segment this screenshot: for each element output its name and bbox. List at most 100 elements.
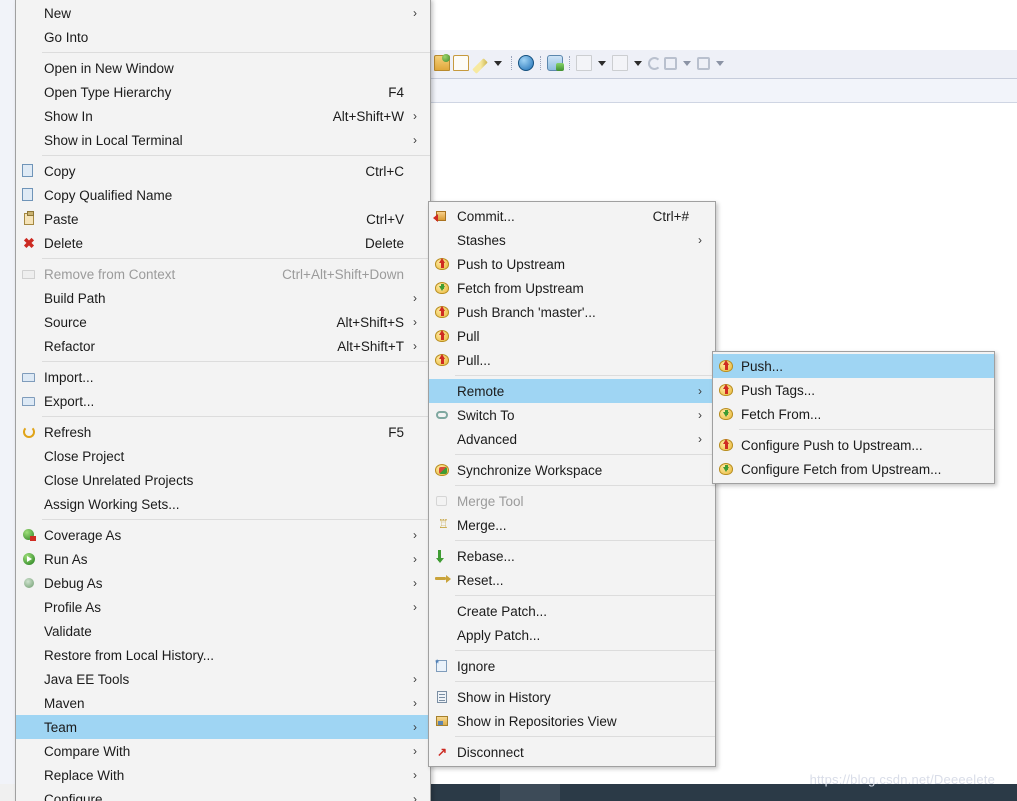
menu-item-icon-slot (16, 207, 42, 231)
menu-item-fetch-from[interactable]: Fetch From... (713, 402, 994, 426)
menu-item-label: Configure Fetch from Upstream... (741, 461, 942, 477)
project-context-menu[interactable]: New › Go Into Open in New Window Open Type H… (15, 0, 431, 801)
menu-item-label: Run As (44, 551, 88, 567)
menu-item-configure-fetch-from-upstream[interactable]: Configure Fetch from Upstream... (713, 457, 994, 481)
menu-item-icon-slot (713, 402, 739, 426)
menu-item-delete[interactable]: ✖ Delete Delete (16, 231, 430, 255)
menu-item-profile-as[interactable]: Profile As › (16, 595, 430, 619)
menu-item-push-to-upstream[interactable]: Push to Upstream (429, 252, 715, 276)
menu-item-assign-working-sets[interactable]: Assign Working Sets... (16, 492, 430, 516)
menu-item-export[interactable]: Export... (16, 389, 430, 413)
menu-item-label: Show in Local Terminal (44, 132, 183, 148)
menu-item-push[interactable]: Push... (713, 354, 994, 378)
menu-item-pull[interactable]: Pull... (429, 348, 715, 372)
menu-item-label: Merge Tool (457, 493, 524, 509)
menu-item-icon-slot (16, 104, 42, 128)
menu-item-label: Switch To (457, 407, 515, 423)
menu-item-label: Merge... (457, 517, 507, 533)
menu-item-validate[interactable]: Validate (16, 619, 430, 643)
menu-item-pull[interactable]: Pull (429, 324, 715, 348)
menu-item-show-in-repositories-view[interactable]: Show in Repositories View (429, 709, 715, 733)
menu-item-fetch-from-upstream[interactable]: Fetch from Upstream (429, 276, 715, 300)
menu-item-close-project[interactable]: Close Project (16, 444, 430, 468)
menu-item-label: Pull... (457, 352, 491, 368)
next-arrow-icon[interactable] (697, 56, 710, 70)
menu-item-switch-to[interactable]: Switch To › (429, 403, 715, 427)
team-submenu[interactable]: Commit... Ctrl+# Stashes › Push to Upstream F… (428, 201, 716, 767)
menu-item-open-in-new-window[interactable]: Open in New Window (16, 56, 430, 80)
menu-item-show-in-history[interactable]: Show in History (429, 685, 715, 709)
menu-item-synchronize-workspace[interactable]: Synchronize Workspace (429, 458, 715, 482)
menu-item-icon-slot (429, 599, 455, 623)
menu-item-push-branch-master[interactable]: Push Branch 'master'... (429, 300, 715, 324)
menu-item-refactor[interactable]: Refactor Alt+Shift+T › (16, 334, 430, 358)
menu-item-open-type-hierarchy[interactable]: Open Type Hierarchy F4 (16, 80, 430, 104)
menu-item-build-path[interactable]: Build Path › (16, 286, 430, 310)
menu-item-debug-as[interactable]: Debug As › (16, 571, 430, 595)
menu-item-compare-with[interactable]: Compare With › (16, 739, 430, 763)
menu-item-merge-tool[interactable]: Merge Tool (429, 489, 715, 513)
menu-item-go-into[interactable]: Go Into (16, 25, 430, 49)
menu-item-commit[interactable]: Commit... Ctrl+# (429, 204, 715, 228)
menu-item-paste[interactable]: Paste Ctrl+V (16, 207, 430, 231)
submenu-chevron-icon: › (413, 576, 417, 590)
forward-arrow-icon[interactable] (664, 56, 677, 70)
dropdown-arrow-icon[interactable] (683, 60, 691, 66)
menu-item-icon-slot (429, 228, 455, 252)
menu-item-reset[interactable]: Reset... (429, 568, 715, 592)
folder-icon[interactable] (453, 55, 469, 71)
menu-item-stashes[interactable]: Stashes › (429, 228, 715, 252)
menu-item-label: Source (44, 314, 87, 330)
menu-item-source[interactable]: Source Alt+Shift+S › (16, 310, 430, 334)
menu-item-icon-slot (16, 25, 42, 49)
menu-item-push-tags[interactable]: Push Tags... (713, 378, 994, 402)
menu-item-disconnect[interactable]: ↗ Disconnect (429, 740, 715, 764)
menu-item-java-ee-tools[interactable]: Java EE Tools › (16, 667, 430, 691)
menu-item-label: Delete (44, 235, 84, 251)
new-window-icon[interactable] (612, 55, 628, 71)
menu-item-label: Show in History (457, 689, 551, 705)
menu-item-label: Build Path (44, 290, 106, 306)
menu-item-icon-slot (16, 389, 42, 413)
menu-item-icon-slot (429, 654, 455, 678)
menu-item-replace-with[interactable]: Replace With › (16, 763, 430, 787)
menu-item-merge[interactable]: ♖ Merge... (429, 513, 715, 537)
dropdown-arrow-icon[interactable] (634, 60, 642, 66)
remote-submenu[interactable]: Push... Push Tags... Fetch From... Configur… (712, 351, 995, 484)
menu-item-copy-qualified-name[interactable]: Copy Qualified Name (16, 183, 430, 207)
menu-item-advanced[interactable]: Advanced › (429, 427, 715, 451)
export-doc-icon[interactable] (576, 55, 592, 71)
back-arrow-icon[interactable] (648, 56, 661, 70)
menu-item-maven[interactable]: Maven › (16, 691, 430, 715)
menu-item-rebase[interactable]: Rebase... (429, 544, 715, 568)
menu-item-remove-from-context[interactable]: Remove from Context Ctrl+Alt+Shift+Down (16, 262, 430, 286)
menu-item-show-in-local-terminal[interactable]: Show in Local Terminal › (16, 128, 430, 152)
open-folder-icon[interactable] (434, 54, 450, 71)
menu-item-apply-patch[interactable]: Apply Patch... (429, 623, 715, 647)
menu-item-close-unrelated-projects[interactable]: Close Unrelated Projects (16, 468, 430, 492)
pencil-icon[interactable] (472, 57, 488, 74)
menu-item-team[interactable]: Team › (16, 715, 430, 739)
menu-item-restore-from-local-history[interactable]: Restore from Local History... (16, 643, 430, 667)
menu-item-ignore[interactable]: Ignore (429, 654, 715, 678)
menu-item-new[interactable]: New › (16, 1, 430, 25)
menu-item-import[interactable]: Import... (16, 365, 430, 389)
menu-item-icon-slot (16, 80, 42, 104)
submenu-chevron-icon: › (413, 291, 417, 305)
menu-item-configure-push-to-upstream[interactable]: Configure Push to Upstream... (713, 433, 994, 457)
menu-item-coverage-as[interactable]: Coverage As › (16, 523, 430, 547)
run-person-icon[interactable] (547, 55, 564, 71)
dropdown-arrow-icon[interactable] (716, 60, 724, 66)
dropdown-arrow-icon[interactable] (494, 60, 502, 66)
menu-item-create-patch[interactable]: Create Patch... (429, 599, 715, 623)
menu-item-copy[interactable]: Copy Ctrl+C (16, 159, 430, 183)
menu-item-configure[interactable]: Configure › (16, 787, 430, 801)
delete-icon: ✖ (23, 235, 35, 251)
dropdown-arrow-icon[interactable] (598, 60, 606, 66)
menu-item-run-as[interactable]: Run As › (16, 547, 430, 571)
menu-item-show-in[interactable]: Show In Alt+Shift+W › (16, 104, 430, 128)
menu-item-refresh[interactable]: Refresh F5 (16, 420, 430, 444)
menu-separator (42, 155, 430, 156)
menu-item-remote[interactable]: Remote › (429, 379, 715, 403)
globe-icon[interactable] (518, 55, 534, 71)
